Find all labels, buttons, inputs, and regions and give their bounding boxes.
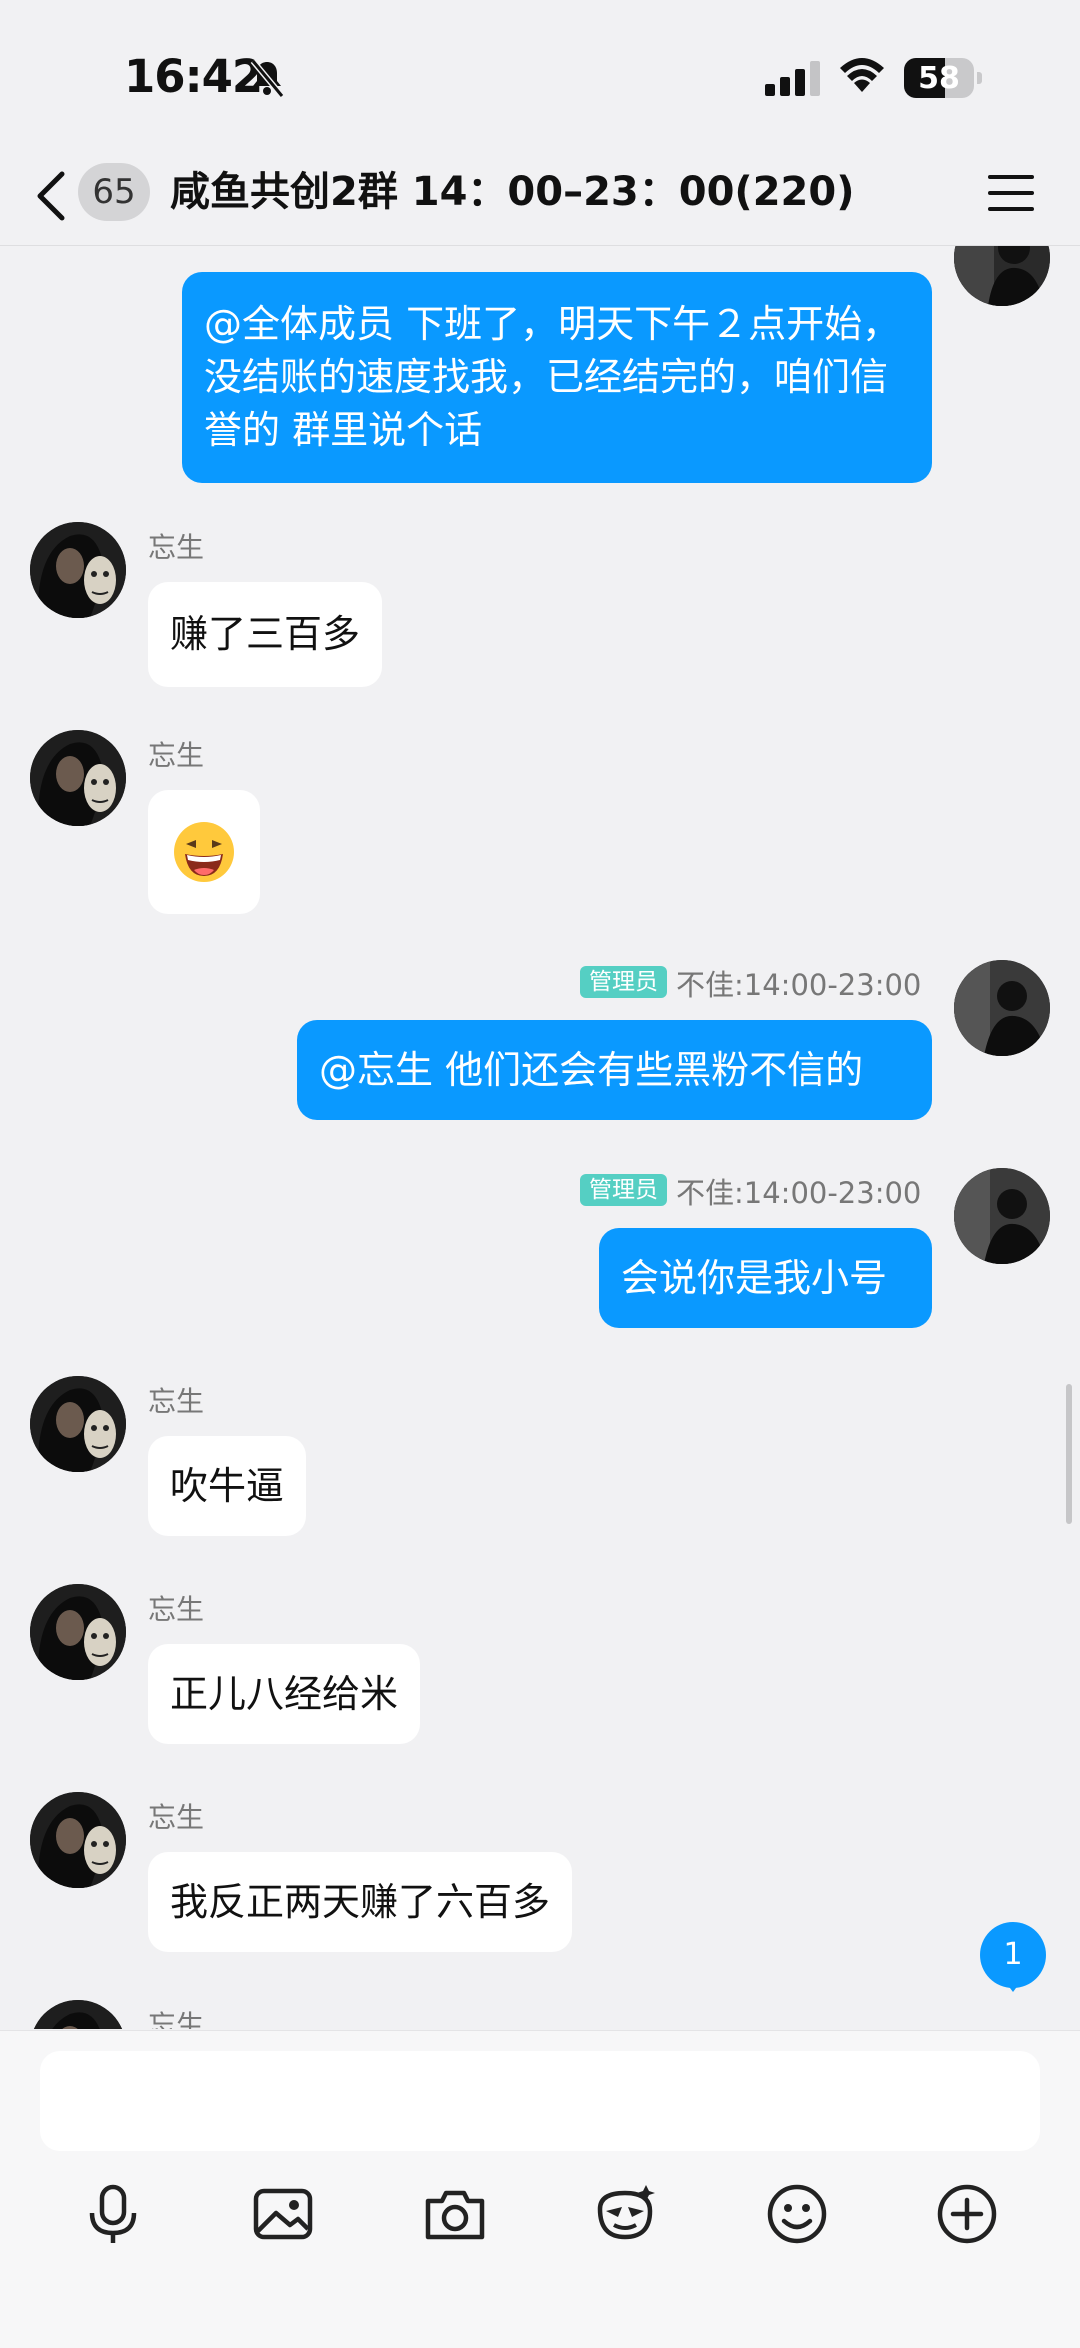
status-bar: 16:42 58 bbox=[0, 0, 1080, 150]
back-chevron-icon[interactable] bbox=[32, 168, 72, 224]
menu-icon[interactable] bbox=[988, 172, 1034, 214]
chat-header: 65 咸鱼共创2群 14：00–23：00(220) bbox=[0, 150, 1080, 246]
message-bubble[interactable]: 吹牛逼 bbox=[148, 1436, 307, 1536]
camera-icon[interactable] bbox=[422, 2181, 488, 2247]
unread-count-badge[interactable]: 65 bbox=[78, 163, 150, 221]
scrollbar[interactable] bbox=[1066, 1384, 1072, 1524]
admin-role-tag: 管理员 bbox=[580, 966, 667, 998]
message-bubble[interactable]: 赚了三百多 bbox=[148, 582, 383, 687]
cellular-signal-icon bbox=[765, 60, 821, 96]
message-input[interactable] bbox=[40, 2051, 1040, 2151]
avatar[interactable] bbox=[30, 522, 126, 618]
image-icon[interactable] bbox=[250, 2181, 316, 2247]
sticker-icon[interactable] bbox=[592, 2181, 658, 2247]
emoji-icon[interactable] bbox=[764, 2181, 830, 2247]
sender-name: 不佳:14:00-23:00 bbox=[676, 1176, 922, 1210]
message-bubble[interactable]: 正儿八经给米 bbox=[148, 1644, 421, 1744]
avatar[interactable] bbox=[30, 1376, 126, 1472]
composer-bar bbox=[0, 2030, 1080, 2348]
laughing-emoji-icon bbox=[174, 822, 234, 882]
status-time: 16:42 bbox=[124, 50, 263, 103]
sender-name: 忘生 bbox=[148, 739, 205, 772]
admin-role-tag: 管理员 bbox=[580, 1174, 667, 1206]
battery-percent: 58 bbox=[918, 61, 960, 96]
microphone-icon[interactable] bbox=[80, 2181, 146, 2247]
avatar[interactable] bbox=[954, 1168, 1050, 1264]
avatar[interactable] bbox=[30, 730, 126, 826]
sender-name: 忘生 bbox=[148, 1593, 205, 1626]
battery-icon: 58 bbox=[904, 58, 982, 98]
new-message-badge[interactable]: 1 bbox=[980, 1922, 1046, 1992]
message-bubble[interactable]: @全体成员 下班了，明天下午２点开始，没结账的速度找我，已经结完的，咱们信誉的 … bbox=[182, 272, 932, 483]
message-list[interactable]: @全体成员 下班了，明天下午２点开始，没结账的速度找我，已经结完的，咱们信誉的 … bbox=[0, 246, 1080, 2029]
emoji-message-bubble[interactable] bbox=[148, 790, 260, 914]
avatar[interactable] bbox=[954, 960, 1050, 1056]
avatar[interactable] bbox=[30, 2000, 126, 2029]
message-bubble[interactable]: 我反正两天赚了六百多 bbox=[148, 1852, 573, 1952]
message-bubble[interactable]: @忘生 他们还会有些黑粉不信的 bbox=[297, 1020, 932, 1120]
sender-name: 忘生 bbox=[148, 531, 205, 564]
sender-name: 忘生 bbox=[148, 1385, 205, 1418]
avatar[interactable] bbox=[30, 1792, 126, 1888]
message-bubble[interactable]: 会说你是我小号 bbox=[599, 1228, 932, 1328]
avatar[interactable] bbox=[30, 1584, 126, 1680]
plus-icon[interactable] bbox=[934, 2181, 1000, 2247]
sender-name: 不佳:14:00-23:00 bbox=[676, 968, 922, 1002]
avatar[interactable] bbox=[954, 246, 1050, 306]
chat-title[interactable]: 咸鱼共创2群 14：00–23：00(220) bbox=[170, 164, 854, 220]
wifi-icon bbox=[838, 56, 886, 96]
sender-name: 忘生 bbox=[148, 1801, 205, 1834]
bell-muted-icon bbox=[248, 58, 286, 98]
sender-name: 忘生 bbox=[148, 2009, 205, 2029]
